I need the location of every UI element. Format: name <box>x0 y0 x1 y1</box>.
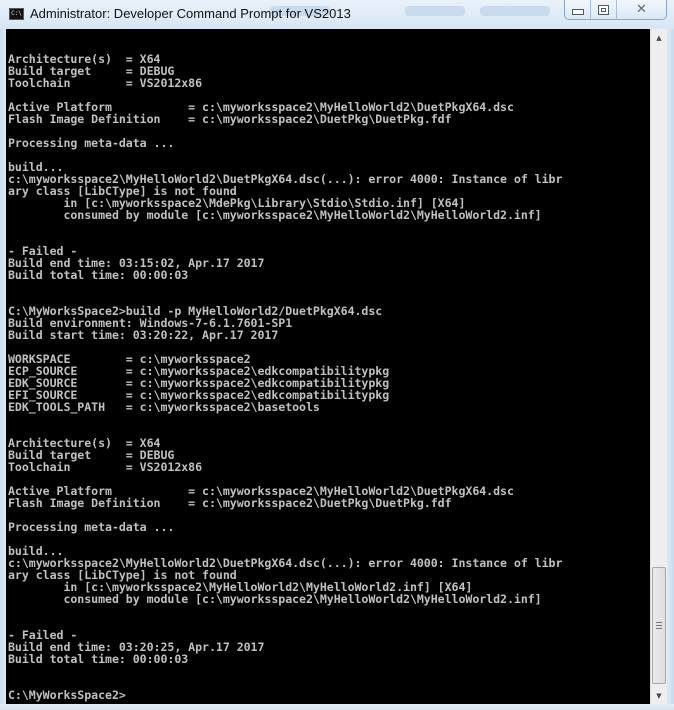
console-line: Processing meta-data ... <box>8 520 175 534</box>
console-line: consumed by module [c:\myworksspace2\MyH… <box>8 592 542 606</box>
console-line: EDK_TOOLS_PATH = c:\myworksspace2\baseto… <box>8 400 320 414</box>
arrow-up-icon: ▲ <box>656 33 662 42</box>
console-output[interactable]: Architecture(s) = X64 Build target = DEBU… <box>6 29 650 704</box>
close-button[interactable]: ✕ <box>617 0 666 19</box>
title-bar[interactable]: C:\ Administrator: Developer Command Pro… <box>0 0 674 30</box>
scroll-down-button[interactable]: ▼ <box>651 687 667 704</box>
background-blur <box>480 6 550 16</box>
console-line: consumed by module [c:\myworksspace2\MyH… <box>8 208 542 222</box>
window-frame-right <box>667 29 674 704</box>
window-controls: ✕ <box>564 0 667 20</box>
close-icon: ✕ <box>636 2 647 17</box>
arrow-down-icon: ▼ <box>656 691 662 700</box>
console-line: Build total time: 00:00:03 <box>8 652 189 666</box>
minimize-button[interactable] <box>565 0 591 19</box>
maximize-icon <box>598 4 609 15</box>
console-line: Build start time: 03:20:22, Apr.17 2017 <box>8 328 279 342</box>
console-line: Toolchain = VS2012x86 <box>8 76 203 90</box>
background-blur <box>405 6 465 16</box>
minimize-icon <box>571 8 584 15</box>
grip-icon <box>656 622 662 629</box>
console-text: Architecture(s) = X64 Build target = DEBU… <box>8 53 562 701</box>
vertical-scrollbar[interactable]: ▲ ▼ <box>650 29 667 704</box>
scroll-up-button[interactable]: ▲ <box>651 29 667 46</box>
console-line: Processing meta-data ... <box>8 136 175 150</box>
window-frame-bottom <box>0 704 674 710</box>
console-line: Toolchain = VS2012x86 <box>8 460 203 474</box>
console-line: Build total time: 00:00:03 <box>8 268 189 282</box>
console-line: Flash Image Definition = c:\myworksspace… <box>8 496 452 510</box>
console-line: C:\MyWorksSpace2> <box>8 688 126 702</box>
scroll-thumb[interactable] <box>652 567 666 684</box>
console-line: Flash Image Definition = c:\myworksspace… <box>8 112 452 126</box>
console-icon[interactable]: C:\ <box>9 8 24 20</box>
window-title: Administrator: Developer Command Prompt … <box>30 6 351 21</box>
maximize-button[interactable] <box>591 0 617 19</box>
